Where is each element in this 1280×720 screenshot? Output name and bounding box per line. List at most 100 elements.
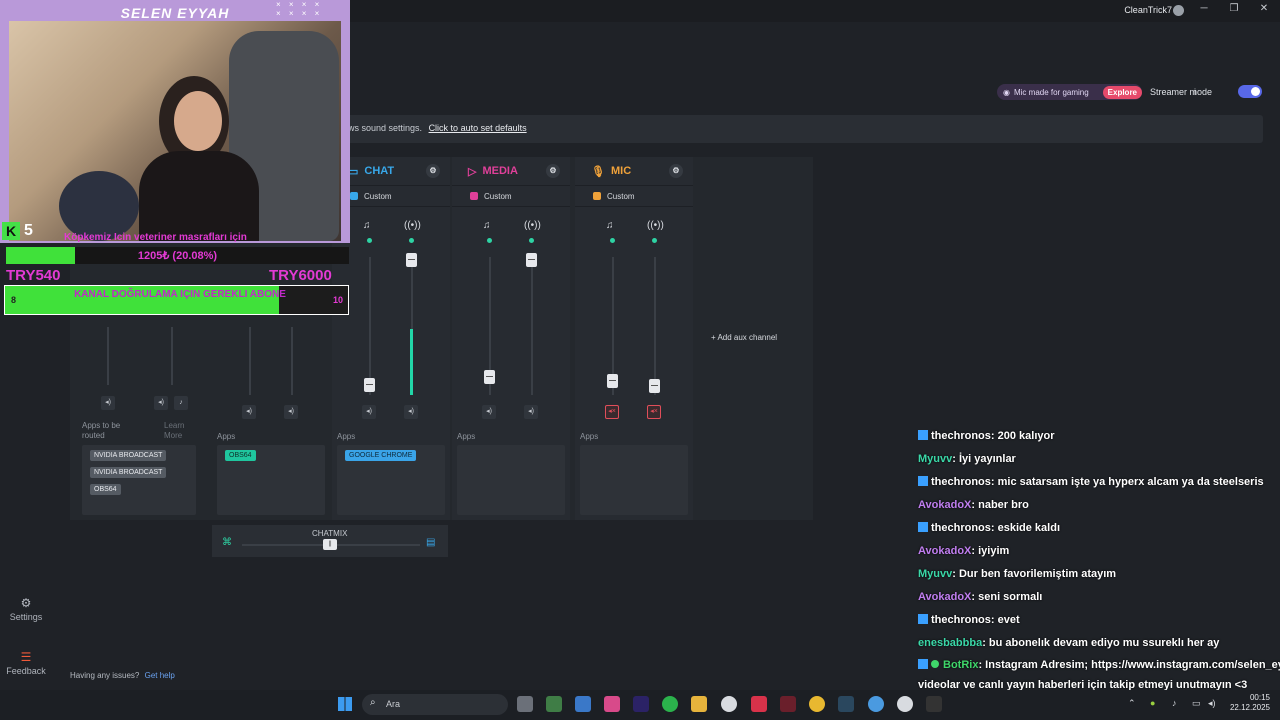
broadcast-icon[interactable]: ((•)): [524, 220, 541, 231]
feedback-icon: ☰: [20, 650, 32, 664]
muted-speaker-icon[interactable]: ◂×: [605, 405, 619, 419]
instagram-icon[interactable]: [604, 696, 620, 712]
gear-icon[interactable]: ⚙: [546, 164, 560, 178]
app-chip[interactable]: GOOGLE CHROME: [345, 450, 417, 461]
gear-icon[interactable]: ⚙: [669, 164, 683, 178]
speaker-icon[interactable]: ◂): [404, 405, 418, 419]
volume-slider-handle[interactable]: [406, 253, 417, 267]
calculator-icon[interactable]: [575, 696, 591, 712]
chrome-icon[interactable]: [868, 696, 884, 712]
settings-nav-button[interactable]: ⚙ Settings: [0, 596, 52, 622]
taskbar-search[interactable]: Ara: [362, 694, 508, 715]
chrome-icon[interactable]: [809, 696, 825, 712]
feedback-nav-button[interactable]: ☰ Feedback: [0, 650, 52, 676]
headphones-icon[interactable]: ♫: [606, 220, 614, 231]
avatar[interactable]: [1173, 5, 1184, 16]
mic-apps-box: [580, 445, 688, 515]
goal-title: Köpkemiz Icin veteriner masrafları için: [64, 232, 247, 243]
minimize-icon[interactable]: ─: [1196, 3, 1212, 14]
tray-app-icon[interactable]: ●: [1150, 698, 1155, 708]
kick-badge-icon: [918, 522, 928, 532]
app-chip[interactable]: NVIDIA BROADCAST: [90, 450, 167, 461]
chatmix-slider-handle[interactable]: ||: [323, 539, 337, 550]
user-name[interactable]: CleanTrick7: [1124, 5, 1172, 15]
xbox-icon[interactable]: [546, 696, 562, 712]
chat-text: : seni sormalı: [971, 591, 1043, 603]
streamer-mode-toggle[interactable]: [1238, 85, 1262, 98]
windows-start-icon[interactable]: [338, 697, 352, 711]
chatmix-control: ⌘ CHATMIX || ▤: [212, 525, 448, 557]
preset-selector[interactable]: Custom: [452, 185, 570, 207]
headphones-icon[interactable]: ♫: [363, 220, 371, 231]
taskbar-clock[interactable]: 00:15 22.12.2025: [1228, 693, 1270, 713]
volume-track[interactable]: [369, 257, 371, 395]
speaker-icon[interactable]: ◂): [242, 405, 256, 419]
maximize-icon[interactable]: ❐: [1226, 3, 1242, 14]
info-icon[interactable]: i: [1194, 87, 1196, 97]
volume-slider-handle[interactable]: [649, 379, 660, 393]
premiere-icon[interactable]: [633, 696, 649, 712]
preset-label: Custom: [607, 191, 635, 201]
app-icon[interactable]: [751, 696, 767, 712]
app-icon[interactable]: [780, 696, 796, 712]
volume-track[interactable]: [531, 257, 533, 395]
status-dot: [610, 238, 615, 243]
whatsapp-icon[interactable]: [662, 696, 678, 712]
task-view-icon[interactable]: [517, 696, 533, 712]
volume-track[interactable]: [107, 327, 109, 385]
notice-text: ws sound settings.: [348, 123, 423, 133]
chevron-up-icon[interactable]: ⌃: [1128, 698, 1136, 709]
auto-set-defaults-link[interactable]: Click to auto set defaults: [429, 123, 527, 133]
file-explorer-icon[interactable]: [691, 696, 707, 712]
decoration: × × × × × × × ×: [276, 0, 323, 18]
volume-slider-handle[interactable]: [526, 253, 537, 267]
preset-selector[interactable]: Custom: [575, 185, 693, 207]
app-icon[interactable]: [897, 696, 913, 712]
display-icon[interactable]: ▭: [1192, 698, 1201, 709]
app-icon[interactable]: [926, 696, 942, 712]
broadcast-icon[interactable]: ((•)): [647, 220, 664, 231]
chat-text: : iyiyim: [971, 545, 1010, 557]
apps-label: Apps: [217, 432, 236, 441]
chat-username: enesbabbba: [918, 637, 983, 649]
volume-track[interactable]: [249, 327, 251, 395]
volume-track[interactable]: [654, 257, 656, 395]
chat-message: thechronos: mic satarsam işte ya hyperx …: [918, 476, 1264, 488]
mic-icon[interactable]: ♪: [1172, 698, 1177, 708]
status-dot: [409, 238, 414, 243]
close-icon[interactable]: ✕: [1256, 3, 1272, 14]
volume-slider-handle[interactable]: [364, 378, 375, 392]
feedback-label: Feedback: [6, 666, 46, 676]
speaker-icon[interactable]: ◂): [284, 405, 298, 419]
speaker-icon[interactable]: ◂): [482, 405, 496, 419]
volume-slider-handle[interactable]: [484, 370, 495, 384]
app-chip[interactable]: OBS64: [225, 450, 256, 461]
app-chip[interactable]: NVIDIA BROADCAST: [90, 467, 167, 478]
steam-icon[interactable]: [838, 696, 854, 712]
chat-username: AvokadoX: [918, 499, 972, 511]
kick-badge-icon: [918, 614, 928, 624]
chat-icon: ▤: [426, 537, 436, 548]
speaker-icon[interactable]: ◂): [154, 396, 168, 410]
speaker-icon[interactable]: ◂): [362, 405, 376, 419]
muted-speaker-icon[interactable]: ◂×: [647, 405, 661, 419]
gear-icon[interactable]: ⚙: [426, 164, 440, 178]
speaker-icon[interactable]: ◂): [524, 405, 538, 419]
explore-button[interactable]: Explore: [1102, 85, 1142, 99]
broadcast-icon[interactable]: ((•)): [404, 220, 421, 231]
chat-text: : 200 kalıyor: [990, 430, 1055, 442]
promo-banner[interactable]: ◉ Mic made for gaming Explore: [997, 84, 1142, 100]
get-help-link[interactable]: Get help: [145, 671, 175, 680]
volume-icon[interactable]: ◂): [1208, 698, 1216, 709]
headphones-icon[interactable]: ♫: [483, 220, 491, 231]
volume-track[interactable]: [291, 327, 293, 395]
volume-slider-handle[interactable]: [607, 374, 618, 388]
learn-more-link[interactable]: Learn More: [164, 421, 194, 441]
settings-icon[interactable]: [721, 696, 737, 712]
mic-mute-icon[interactable]: ♪: [174, 396, 188, 410]
add-aux-channel-button[interactable]: + Add aux channel: [711, 333, 777, 342]
app-chip[interactable]: OBS64: [90, 484, 121, 495]
speaker-icon[interactable]: ◂): [101, 396, 115, 410]
volume-track[interactable]: [171, 327, 173, 385]
chat-text: : Dur ben favorilemiştim atayım: [952, 568, 1117, 580]
